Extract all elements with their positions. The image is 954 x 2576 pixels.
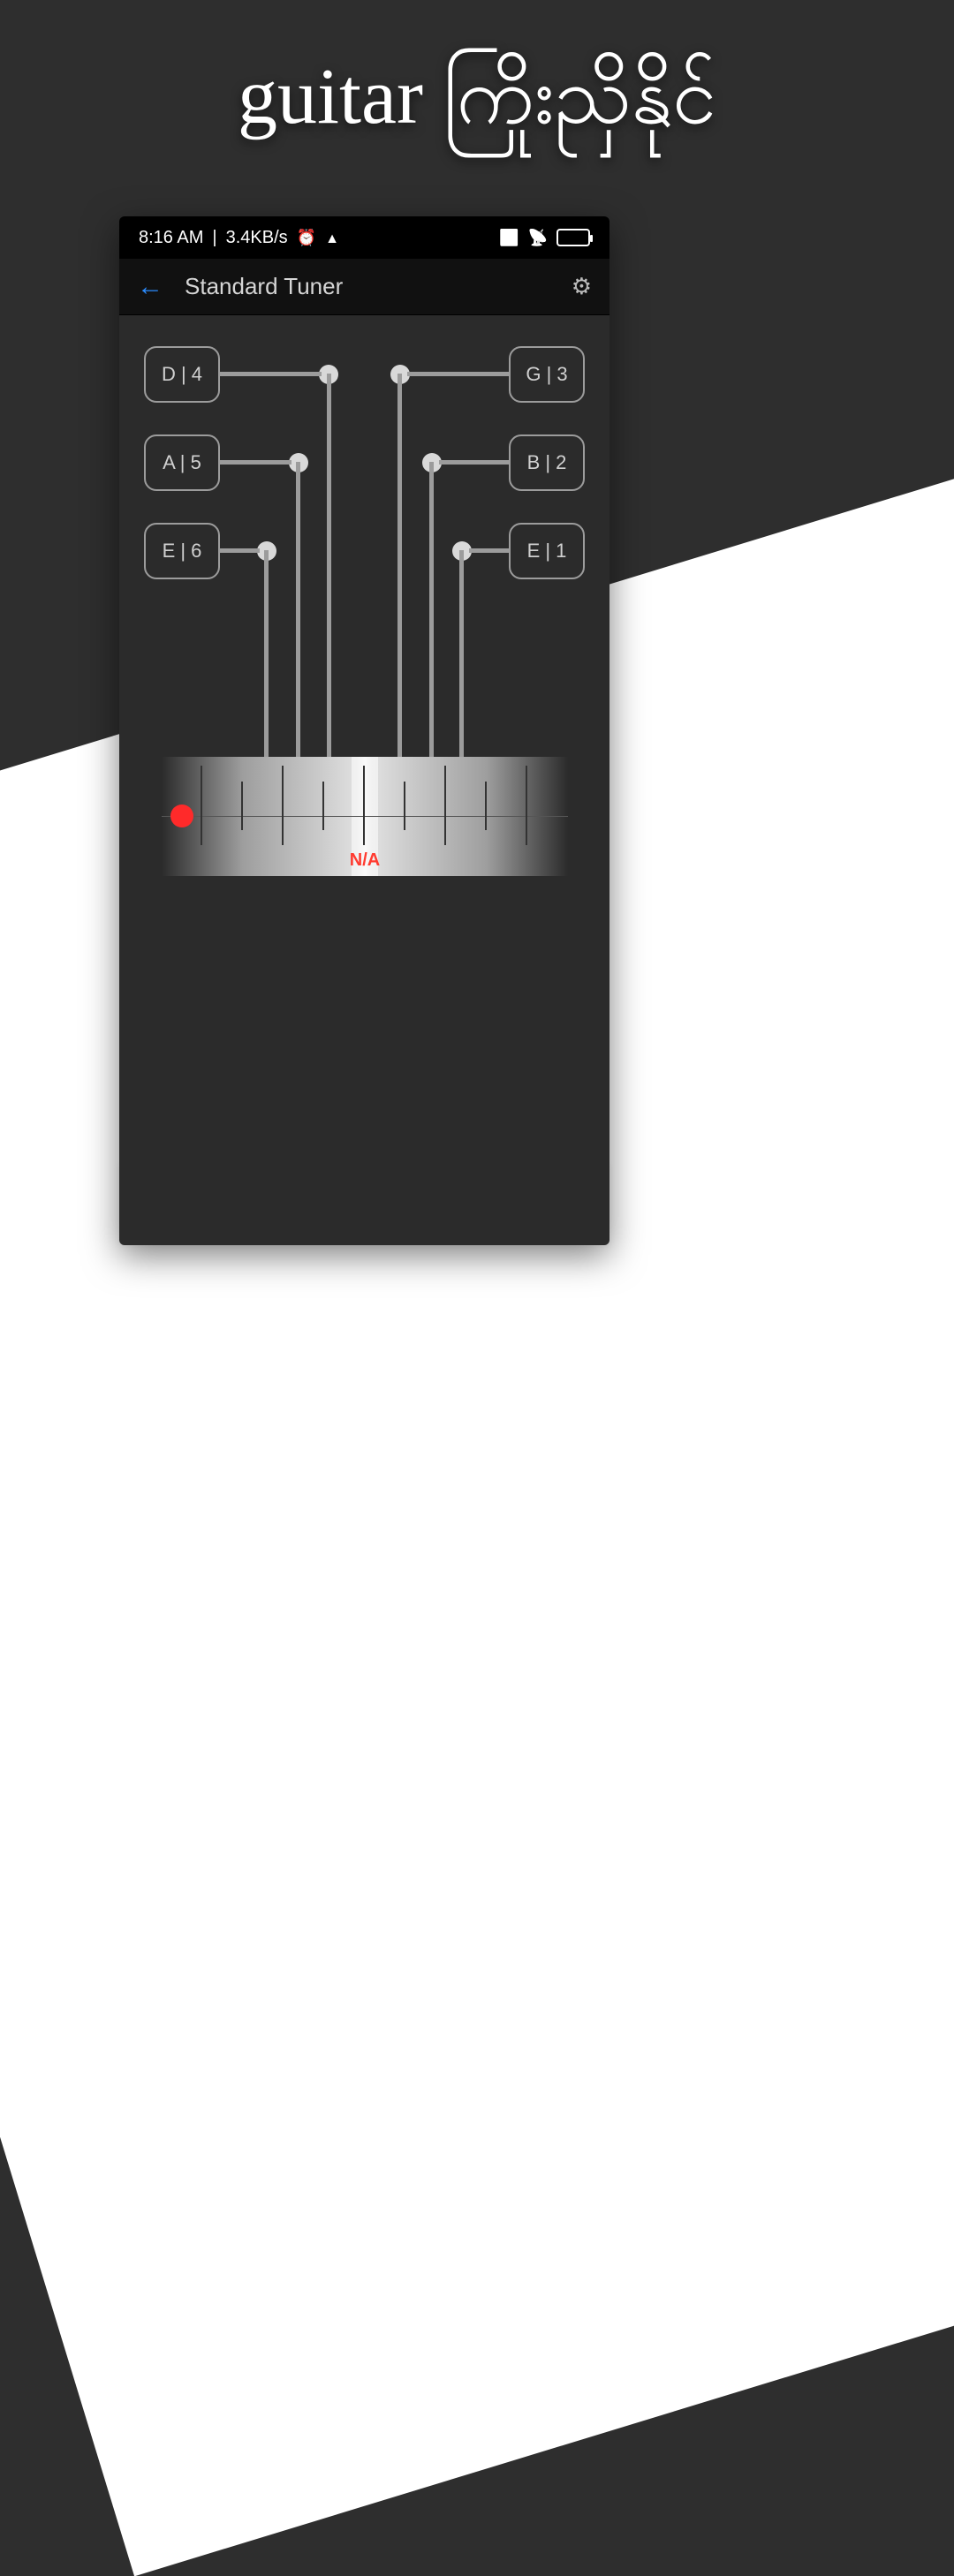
string-line <box>264 550 269 757</box>
page-heading: guitar ကြိုးညှိနိုင် <box>0 44 954 162</box>
string-line <box>459 550 464 757</box>
scale-tick <box>444 766 446 845</box>
string-line <box>398 374 402 757</box>
battery-icon: 100 <box>556 229 590 246</box>
string-line <box>327 374 331 757</box>
app-bar: ← Standard Tuner ⚙ <box>119 259 610 315</box>
status-bar: 8:16 AM | 3.4KB/s 100 <box>119 216 610 259</box>
status-time: 8:16 AM <box>139 228 203 248</box>
connector-line <box>220 372 322 376</box>
string-button-a5[interactable]: A | 5 <box>144 434 220 491</box>
scale-midline <box>162 816 568 817</box>
scale-tick <box>322 782 324 830</box>
tuner-body: D | 4 A | 5 E | 6 G | 3 B | 2 E | 1 <box>119 315 610 986</box>
scale-tick <box>282 766 284 845</box>
connector-line <box>220 460 292 465</box>
connector-line <box>469 548 509 553</box>
back-button[interactable]: ← <box>137 272 163 302</box>
scale-tick <box>201 766 202 845</box>
scale-tick <box>363 766 365 845</box>
connector-line <box>407 372 509 376</box>
string-button-e6[interactable]: E | 6 <box>144 523 220 579</box>
warning-icon <box>325 228 339 248</box>
string-button-g3[interactable]: G | 3 <box>509 346 585 403</box>
tuning-indicator-dot <box>170 805 193 827</box>
status-net-speed: 3.4KB/s <box>226 228 288 248</box>
string-line <box>429 462 434 757</box>
string-button-d4[interactable]: D | 4 <box>144 346 220 403</box>
connector-line <box>220 548 260 553</box>
wifi-icon <box>528 228 548 248</box>
app-title: Standard Tuner <box>185 273 572 300</box>
scale-tick <box>241 782 243 830</box>
settings-button[interactable]: ⚙ <box>572 273 592 300</box>
string-button-b2[interactable]: B | 2 <box>509 434 585 491</box>
scale-tick <box>485 782 487 830</box>
tuning-readout: N/A <box>350 850 380 871</box>
scale-tick <box>404 782 405 830</box>
tuning-scale[interactable]: N/A <box>162 757 568 876</box>
signal-icon <box>499 228 519 248</box>
status-separator: | <box>212 228 216 248</box>
phone-screenshot: 8:16 AM | 3.4KB/s 100 ← Standard Tuner ⚙… <box>119 216 610 1245</box>
scale-tick <box>526 766 527 845</box>
alarm-icon <box>297 228 316 248</box>
connector-line <box>439 460 509 465</box>
string-button-e1[interactable]: E | 1 <box>509 523 585 579</box>
string-line <box>296 462 300 757</box>
